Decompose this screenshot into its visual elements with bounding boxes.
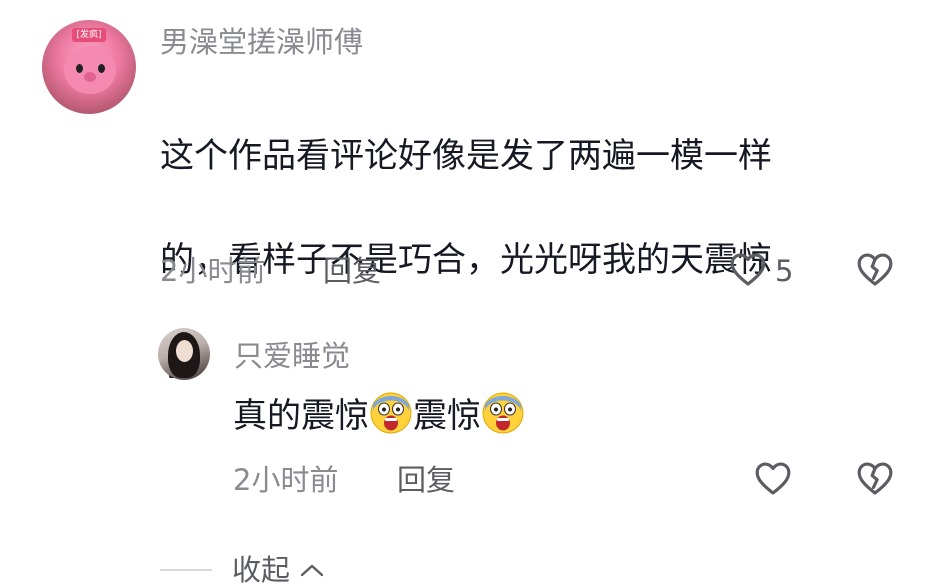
broken-heart-icon[interactable]: [856, 460, 894, 496]
comment-username[interactable]: 男澡堂搓澡师傅: [160, 24, 363, 60]
avatar-eye-right: [98, 64, 105, 73]
reply-username[interactable]: 只爱睡觉: [234, 338, 350, 374]
like-count: 5: [775, 254, 794, 288]
chevron-up-icon: [301, 564, 324, 577]
avatar-nose: [84, 72, 96, 82]
reply-text-part: 震惊: [413, 396, 481, 436]
shocked-face-emoji: [482, 392, 524, 434]
reply-text-part: 真的震惊: [233, 396, 369, 436]
reply-button[interactable]: 回复: [323, 253, 381, 289]
shocked-face-emoji: [370, 392, 412, 434]
reply-text: 真的震惊 震惊: [233, 390, 525, 442]
heart-outline-icon[interactable]: [729, 251, 767, 287]
avatar-badge: [发疯]: [72, 28, 106, 42]
collapse-button[interactable]: 收起: [232, 552, 325, 588]
avatar-face: [64, 46, 116, 94]
reply-reply-button[interactable]: 回复: [397, 462, 455, 498]
broken-heart-icon[interactable]: [856, 251, 894, 287]
avatar[interactable]: [发疯]: [42, 20, 136, 114]
avatar-eye-left: [76, 64, 83, 73]
reply-time: 2小时前: [233, 463, 339, 497]
comment-time: 2小时前: [160, 254, 266, 288]
collapse-label: 收起: [232, 553, 291, 587]
collapse-divider: [160, 569, 212, 571]
reply-avatar[interactable]: [158, 328, 210, 380]
reply-avatar-face: [176, 340, 193, 362]
comment-text-line: 这个作品看评论好像是发了两遍一模一样: [160, 136, 772, 176]
heart-outline-icon[interactable]: [754, 460, 792, 496]
